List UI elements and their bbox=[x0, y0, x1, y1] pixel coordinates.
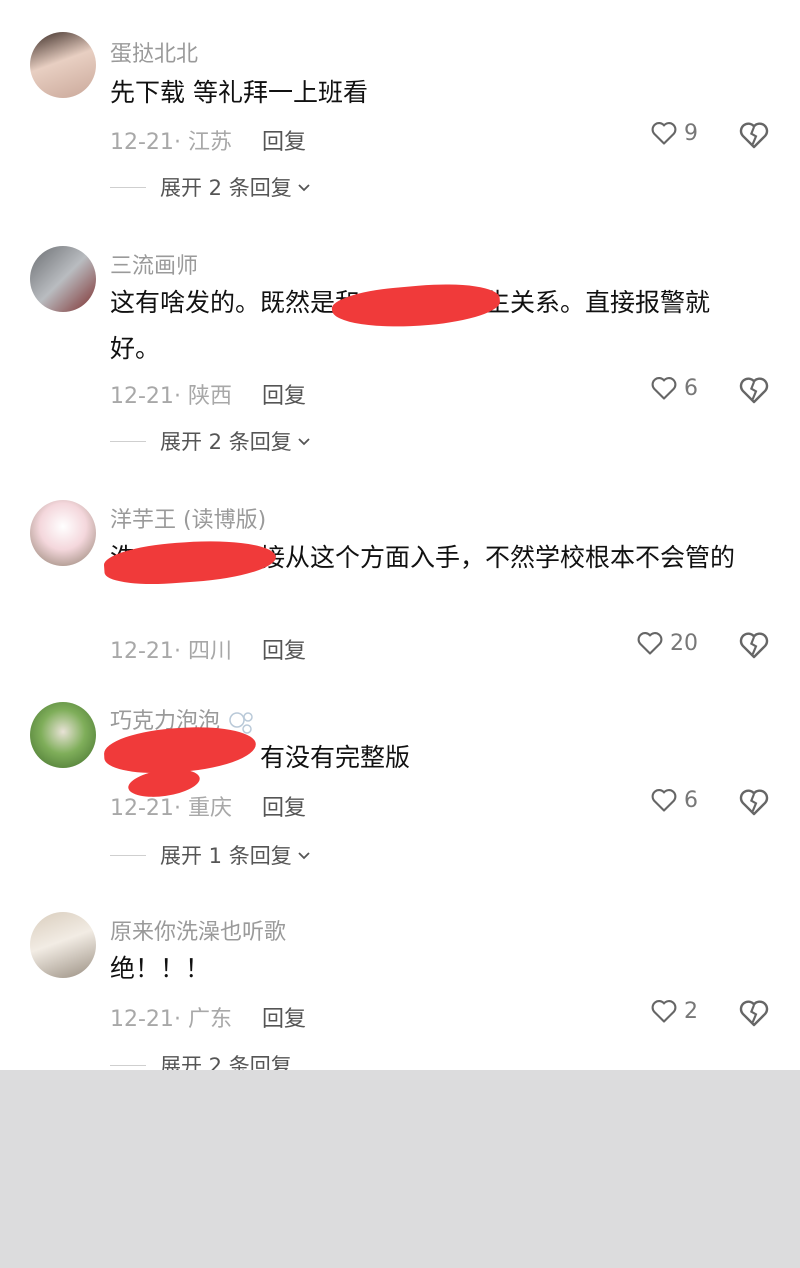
comment-meta: 12-21· 广东 bbox=[110, 1007, 232, 1032]
broken-heart-icon[interactable] bbox=[738, 998, 770, 1028]
like-count: 2 bbox=[684, 998, 698, 1024]
comment-location: 广东 bbox=[187, 1007, 232, 1032]
comment-text: 绝！！！ bbox=[110, 954, 211, 983]
comment-date: 12-21 bbox=[110, 1007, 174, 1032]
empty-bottom-area bbox=[0, 1070, 800, 1268]
reply-button[interactable]: 回复 bbox=[262, 1001, 306, 1033]
divider bbox=[110, 1064, 146, 1066]
like-button[interactable]: 2 bbox=[650, 998, 698, 1024]
avatar[interactable] bbox=[30, 912, 96, 978]
comment-item: 原来你洗澡也听歌 绝！！！ 12-21· 广东 回复 2 展开 2 条回复 bbox=[0, 0, 800, 1078]
heart-icon bbox=[651, 1000, 677, 1023]
comment-username[interactable]: 原来你洗澡也听歌 bbox=[110, 914, 286, 946]
